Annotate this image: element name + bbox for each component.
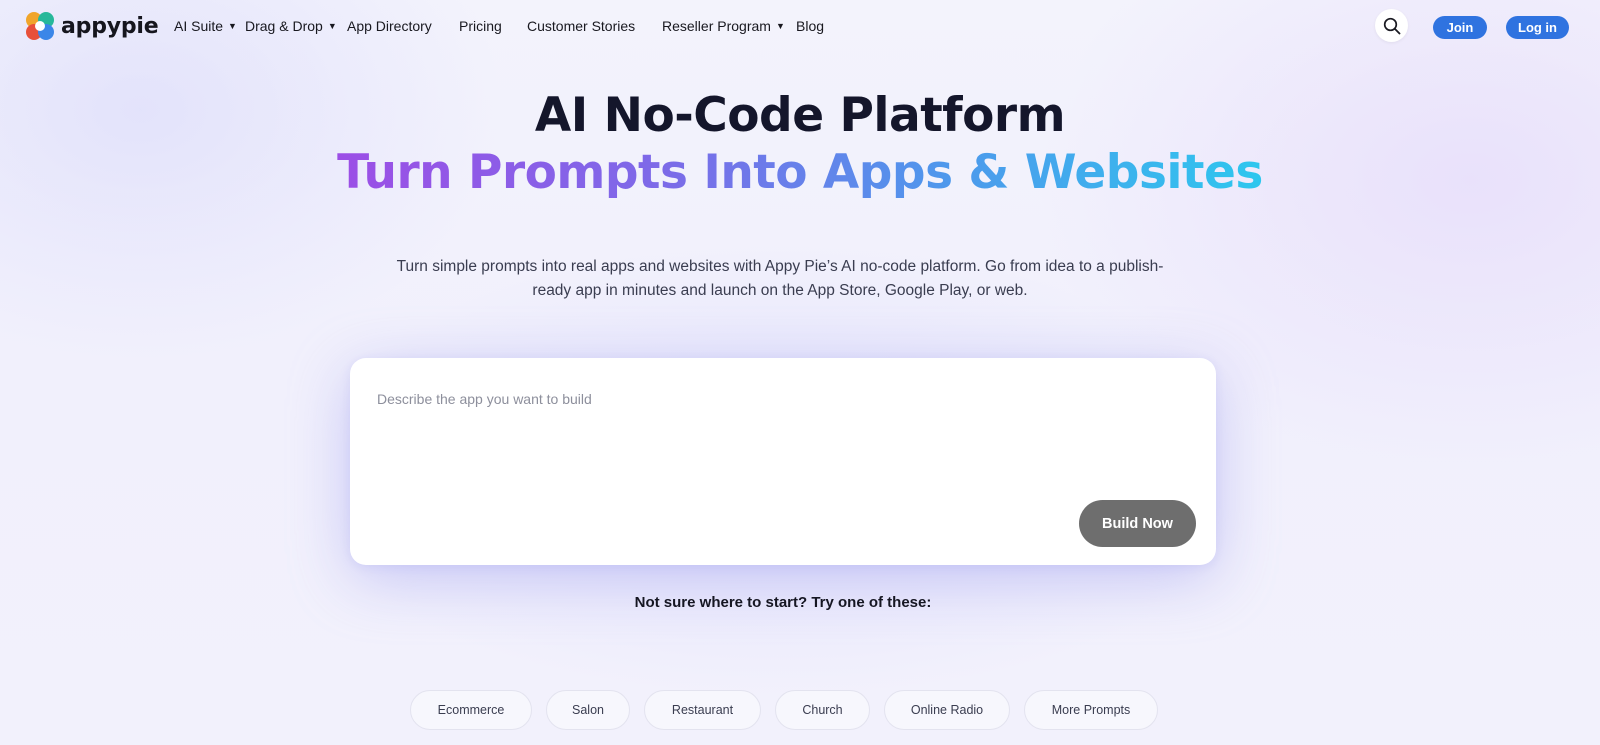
nav-item-pricing[interactable]: Pricing [459, 18, 527, 34]
nav-item-label: App Directory [347, 18, 432, 34]
prompt-input[interactable] [377, 391, 1137, 407]
caret-down-icon: ▼ [775, 21, 785, 31]
nav-item-label: Pricing [459, 18, 502, 34]
appypie-logo-icon [26, 12, 54, 40]
suggestion-chips: Ecommerce Salon Restaurant Church Online… [410, 690, 1158, 730]
nav-item-drag-drop[interactable]: Drag & Drop ▼ [245, 18, 347, 34]
nav-item-label: Drag & Drop [245, 18, 323, 34]
search-icon [1383, 17, 1400, 34]
chip-restaurant[interactable]: Restaurant [644, 690, 761, 730]
join-button[interactable]: Join [1433, 16, 1487, 39]
chip-online-radio[interactable]: Online Radio [884, 690, 1010, 730]
nav-item-ai-suite[interactable]: AI Suite ▼ [174, 18, 245, 34]
logo-text: appypie [61, 13, 159, 39]
top-nav: appypie AI Suite ▼ Drag & Drop ▼ App Direc… [0, 0, 1600, 56]
hero-subtitle-wrap: Turn Prompts Into Apps & Websites [0, 145, 1600, 200]
login-button[interactable]: Log in [1506, 16, 1569, 39]
hero-description: Turn simple prompts into real apps and w… [396, 258, 1164, 299]
nav-item-label: Reseller Program [662, 18, 771, 34]
nav-item-blog[interactable]: Blog [796, 18, 824, 34]
chip-salon[interactable]: Salon [546, 690, 630, 730]
chip-ecommerce[interactable]: Ecommerce [410, 690, 532, 730]
nav-item-reseller-program[interactable]: Reseller Program ▼ [662, 18, 796, 34]
chip-church[interactable]: Church [775, 690, 870, 730]
build-now-button[interactable]: Build Now [1079, 500, 1196, 547]
suggestions-intro: Not sure where to start? Try one of thes… [634, 594, 932, 611]
caret-down-icon: ▼ [228, 21, 237, 31]
nav-item-label: Customer Stories [527, 18, 636, 34]
hero-title: AI No-Code Platform [534, 88, 1066, 143]
search-button[interactable] [1375, 9, 1408, 42]
main-menu: AI Suite ▼ Drag & Drop ▼ App Directory Pri… [174, 18, 824, 34]
nav-item-app-directory[interactable]: App Directory [347, 18, 459, 34]
chip-more-prompts[interactable]: More Prompts [1024, 690, 1158, 730]
hero-subtitle: Turn Prompts Into Apps & Websites [337, 145, 1263, 200]
nav-item-label: Blog [796, 18, 825, 34]
prompt-card: Build Now [350, 358, 1216, 565]
nav-item-customer-stories[interactable]: Customer Stories [527, 18, 662, 34]
caret-down-icon: ▼ [327, 21, 337, 31]
nav-item-label: AI Suite [174, 18, 224, 34]
logo[interactable]: appypie [24, 10, 159, 42]
